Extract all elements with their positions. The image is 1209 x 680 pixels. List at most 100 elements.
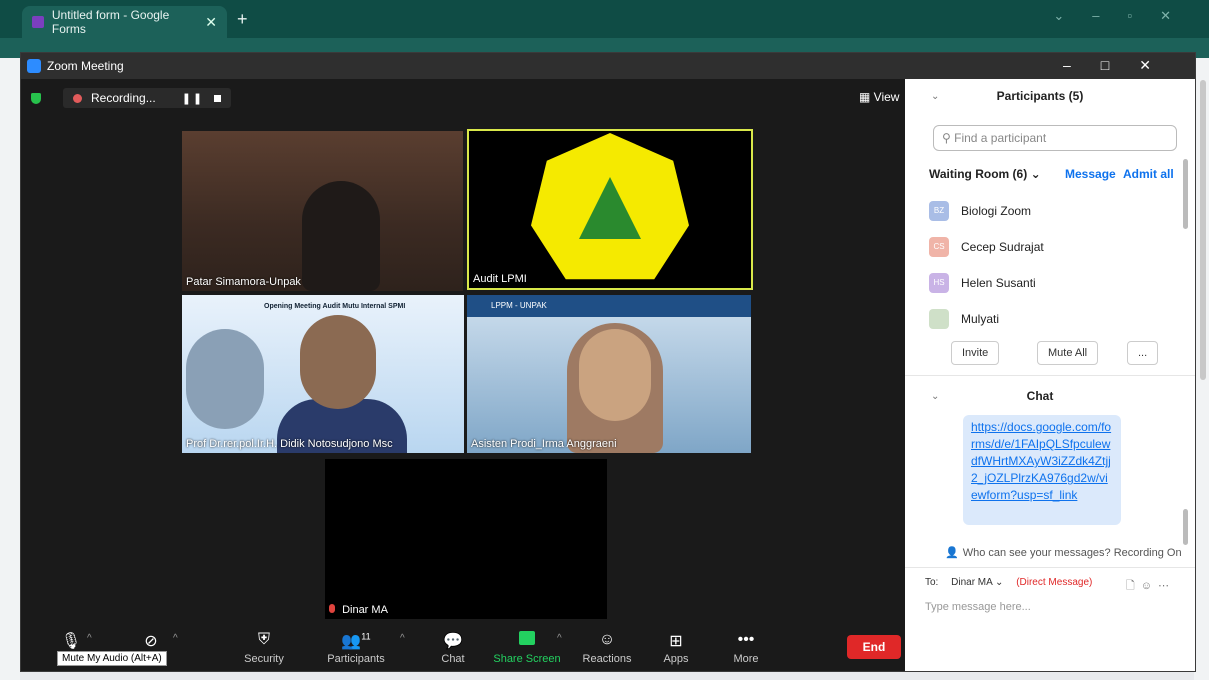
browser-tab[interactable]: Untitled form - Google Forms ✕ xyxy=(22,6,227,38)
video-tile-prof[interactable]: Opening Meeting Audit Mutu Internal SPMI… xyxy=(182,295,464,453)
stop-recording-button[interactable] xyxy=(214,94,222,102)
share-screen-icon xyxy=(493,631,561,649)
recording-bar: Recording... ❚❚ xyxy=(31,88,232,108)
person-icon: 👤 xyxy=(945,547,959,559)
virtual-background-banner: LPPM - UNPAK xyxy=(467,295,751,317)
participants-label: Participants xyxy=(327,653,385,665)
participant-name-wrap: Asisten Prodi_Irma Anggraeni xyxy=(471,438,617,450)
avatar: BZ xyxy=(929,201,949,221)
reactions-label: Reactions xyxy=(582,653,632,665)
reactions-icon: ☺ xyxy=(598,631,616,648)
grid-icon: ▦ xyxy=(859,90,874,104)
video-tile-asisten[interactable]: LPPM - UNPAK Asisten Prodi_Irma Anggraen… xyxy=(467,295,751,453)
video-gallery: Recording... ❚❚ ▦ View Patar Simamora-Un… xyxy=(21,79,903,625)
mute-button[interactable]: 🎙 xyxy=(51,625,91,653)
window-controls[interactable]: –□✕ xyxy=(1063,57,1181,74)
chat-button[interactable]: 💬 Chat xyxy=(433,625,473,665)
participant-face xyxy=(300,315,376,409)
participants-button[interactable]: 👥11 Participants xyxy=(326,625,386,665)
zoom-window: Zoom Meeting –□✕ Recording... ❚❚ ▦ View … xyxy=(20,52,1196,672)
chevron-down-icon[interactable]: ⌄ xyxy=(1031,167,1041,181)
message-waiting-room-button[interactable]: Message xyxy=(1065,167,1116,181)
record-dot-icon xyxy=(73,93,82,103)
panel-divider xyxy=(905,567,1195,568)
chat-scrollbar[interactable] xyxy=(1183,509,1188,545)
video-tile-dinar[interactable]: Dinar MA xyxy=(325,459,607,619)
zoom-titlebar: Zoom Meeting –□✕ xyxy=(21,53,1195,79)
more-button[interactable]: ••• More xyxy=(727,625,765,665)
audio-options-caret[interactable]: ^ xyxy=(87,633,92,644)
more-options-button[interactable]: ... xyxy=(1127,341,1159,365)
logo-emblem xyxy=(579,177,641,239)
browser-tab-strip: Untitled form - Google Forms ✕ + ⌄–▫✕ xyxy=(0,0,1209,38)
chat-message-input[interactable]: Type message here... xyxy=(925,601,1031,613)
microphone-icon: 🎙 xyxy=(60,633,82,650)
university-logo xyxy=(531,133,689,280)
apps-label: Apps xyxy=(663,653,689,665)
waiting-participant-row[interactable]: HS Helen Susanti xyxy=(929,271,1179,295)
admit-all-button[interactable]: Admit all xyxy=(1123,167,1174,181)
waiting-participant-name: Cecep Sudrajat xyxy=(961,240,1044,254)
share-options-caret[interactable]: ^ xyxy=(557,633,562,644)
participants-count: 11 xyxy=(361,631,371,642)
waiting-participant-name: Mulyati xyxy=(961,312,1000,326)
video-tile-patar[interactable]: Patar Simamora-Unpak xyxy=(182,131,463,291)
participant-name: Patar Simamora-Unpak xyxy=(186,276,301,288)
view-button[interactable]: ▦ View xyxy=(859,90,899,104)
recording-label: Recording... xyxy=(91,91,156,105)
visibility-text: Who can see your messages? Recording On xyxy=(962,547,1182,559)
direct-message-label: (Direct Message) xyxy=(1016,577,1093,588)
participant-name: Audit LPMI xyxy=(473,273,527,285)
waiting-participant-name: Biologi Zoom xyxy=(961,204,1032,218)
tab-close-icon[interactable]: ✕ xyxy=(205,14,217,31)
pause-recording-button[interactable]: ❚❚ xyxy=(182,92,204,105)
meeting-toolbar: 🎙 ^ Mute My Audio (Alt+A) ⊘ ^ ⛨ Security… xyxy=(21,625,903,671)
new-tab-button[interactable]: + xyxy=(237,9,248,30)
participant-name: Prof Dr.rer.pol.Ir.H. Didik Notosudjono … xyxy=(186,438,393,450)
security-label: Security xyxy=(244,653,284,665)
waiting-participant-row[interactable]: CS Cecep Sudrajat xyxy=(929,235,1179,259)
chat-message-link[interactable]: https://docs.google.com/forms/d/e/1FAIpQ… xyxy=(963,415,1121,525)
video-tile-audit-lpmi[interactable]: Audit LPMI xyxy=(467,129,753,290)
participants-options-caret[interactable]: ^ xyxy=(400,633,405,644)
participants-scrollbar[interactable] xyxy=(1183,159,1188,229)
message-visibility-notice[interactable]: 👤 Who can see your messages? Recording On xyxy=(945,546,1182,559)
invite-button[interactable]: Invite xyxy=(951,341,1000,365)
mute-tooltip: Mute My Audio (Alt+A) xyxy=(57,651,167,666)
participant-face xyxy=(579,329,651,421)
share-screen-button[interactable]: Share Screen xyxy=(493,625,561,665)
chat-label: Chat xyxy=(441,653,465,665)
mute-all-button[interactable]: Mute All xyxy=(1037,341,1099,365)
security-button[interactable]: ⛨ Security xyxy=(239,625,289,665)
apps-button[interactable]: ⊞ Apps xyxy=(657,625,695,665)
panel-divider xyxy=(905,375,1195,376)
avatar xyxy=(929,309,949,329)
reactions-button[interactable]: ☺ Reactions xyxy=(581,625,633,665)
browser-tab-title: Untitled form - Google Forms xyxy=(51,8,170,36)
participants-icon: 👥11 xyxy=(341,631,371,650)
encryption-shield-icon[interactable] xyxy=(31,92,41,104)
participants-title: Participants (5) xyxy=(996,89,1084,103)
video-off-icon: ⊘ xyxy=(144,633,158,650)
chat-tools[interactable]: 🗋☺⋯ xyxy=(1126,577,1175,596)
page-scrollbar[interactable] xyxy=(1200,80,1206,380)
video-options-caret[interactable]: ^ xyxy=(173,633,178,644)
waiting-participant-row[interactable]: Mulyati xyxy=(929,307,1179,331)
background-building-image xyxy=(186,329,264,429)
waiting-participant-row[interactable]: BZ Biologi Zoom xyxy=(929,199,1179,223)
shield-icon: ⛨ xyxy=(257,631,270,648)
zoom-logo-icon xyxy=(27,59,41,73)
participant-search-input[interactable]: ⚲ Find a participant xyxy=(933,125,1177,151)
view-label: View xyxy=(873,90,900,104)
end-meeting-button[interactable]: End xyxy=(847,635,901,659)
muted-mic-icon xyxy=(329,604,335,613)
start-video-button[interactable]: ⊘ xyxy=(129,625,173,653)
participant-name-wrap: Dinar MA xyxy=(329,604,388,616)
apps-icon: ⊞ xyxy=(669,633,683,650)
waiting-room-label[interactable]: Waiting Room (6) xyxy=(929,167,1027,181)
recording-indicator: Recording... ❚❚ xyxy=(63,88,232,108)
browser-window-controls[interactable]: ⌄–▫✕ xyxy=(1053,8,1199,24)
recipient-select[interactable]: Dinar MA ⌄ xyxy=(951,577,1003,588)
participant-video xyxy=(302,181,380,291)
virtual-background-banner: Opening Meeting Audit Mutu Internal SPMI xyxy=(264,303,406,310)
